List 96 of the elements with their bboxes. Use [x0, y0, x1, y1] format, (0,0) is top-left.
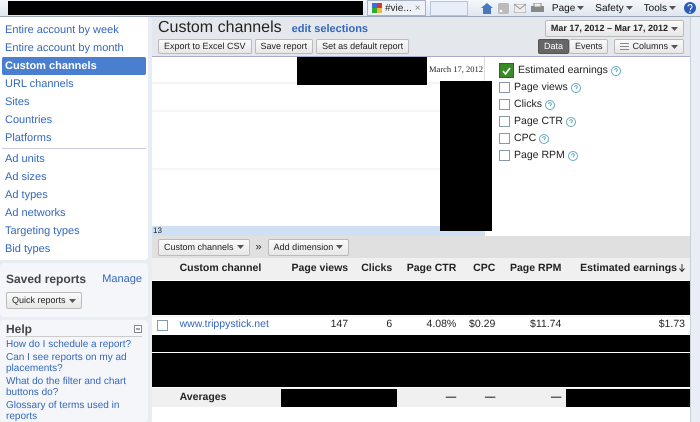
new-tab-button[interactable]: [430, 0, 468, 16]
caret-icon: [336, 245, 344, 249]
sidebar-item[interactable]: Custom channels: [2, 57, 146, 75]
feed-icon[interactable]: [498, 2, 509, 14]
date-range-dropdown[interactable]: Mar 17, 2012 – Mar 17, 2012: [544, 20, 684, 37]
columns-dropdown[interactable]: Columns: [614, 39, 684, 54]
sidebar-item[interactable]: Entire account by month: [2, 39, 146, 57]
report-title: Custom channels: [158, 18, 282, 36]
check-icon: [502, 66, 511, 74]
caret-icon: [669, 6, 676, 10]
mail-icon[interactable]: [514, 4, 526, 12]
action-button[interactable]: Save report: [254, 39, 314, 54]
help-link[interactable]: Can I see reports on my ad placements?: [6, 352, 142, 374]
sidebar-item[interactable]: Sites: [2, 93, 146, 111]
columns-icon: [620, 43, 630, 50]
caret-icon: [68, 298, 76, 302]
sidebar-item[interactable]: Ad units: [2, 150, 146, 168]
home-icon[interactable]: [480, 2, 493, 14]
checkbox[interactable]: [499, 116, 510, 127]
sidebar-item[interactable]: Entire account by week: [2, 21, 146, 39]
table-cell: $11.74: [500, 316, 566, 334]
table-cell: —: [461, 388, 500, 406]
sidebar-item[interactable]: Targeting types: [2, 222, 146, 240]
chart-date-label: March 17, 2012: [429, 63, 484, 76]
help-icon[interactable]: [566, 116, 576, 126]
dimension-dropdown[interactable]: Add dimension: [268, 238, 350, 256]
manage-link[interactable]: Manage: [102, 270, 142, 288]
dimension-dropdown[interactable]: Custom channels: [158, 238, 250, 256]
sidebar-item[interactable]: Bid types: [2, 240, 146, 258]
sidebar-item[interactable]: Ad types: [2, 186, 146, 204]
checkbox[interactable]: [499, 82, 510, 93]
sidebar-item[interactable]: Ad networks: [2, 204, 146, 222]
menu-button[interactable]: Tools: [640, 0, 679, 16]
channel-link[interactable]: www.trippystick.net: [174, 316, 282, 334]
metric-label: Estimated earnings: [518, 62, 608, 78]
metric-label: Page RPM: [514, 148, 565, 163]
help-icon[interactable]: [570, 82, 581, 92]
column-header[interactable]: Page CTR: [397, 258, 462, 280]
column-header[interactable]: Clicks: [353, 258, 398, 280]
table-cell: 6: [353, 316, 398, 334]
checkbox[interactable]: [499, 63, 514, 78]
view-toggle-tab[interactable]: Data: [538, 39, 569, 54]
help-link[interactable]: Glossary of terms used in reports: [6, 400, 142, 422]
caret-icon: [671, 44, 678, 48]
caret-icon: [671, 26, 678, 30]
quick-reports-dropdown[interactable]: Quick reports: [6, 292, 82, 309]
panel-title: Help: [6, 322, 32, 336]
caret-icon: [626, 6, 633, 10]
browser-tab[interactable]: #vie... ×: [367, 0, 426, 16]
view-toggle-tab[interactable]: Events: [568, 39, 608, 54]
help-icon[interactable]: [545, 100, 555, 110]
help-icon[interactable]: [684, 2, 696, 14]
table-cell: 147: [281, 316, 354, 334]
menu-button[interactable]: Page: [548, 0, 588, 16]
column-header[interactable]: Page views: [281, 258, 354, 280]
tab-close-button[interactable]: ×: [414, 0, 421, 16]
column-header[interactable]: CPC: [461, 258, 500, 280]
caret-icon: [236, 245, 244, 249]
edit-selections-link[interactable]: edit selections: [292, 20, 368, 37]
panel-title: Saved reports: [6, 271, 86, 288]
sidebar-item[interactable]: Platforms: [2, 129, 146, 147]
metric-label: Clicks: [514, 96, 542, 112]
checkbox[interactable]: [499, 99, 510, 110]
metric-label: Page views: [514, 80, 568, 95]
table-cell: —: [500, 388, 566, 406]
help-link[interactable]: How do I schedule a report?: [6, 339, 142, 350]
caret-icon: [577, 6, 584, 10]
column-header[interactable]: Estimated earnings: [566, 258, 690, 280]
sidebar-item[interactable]: Ad sizes: [2, 168, 146, 186]
table-cell: $0.29: [461, 316, 500, 334]
sidebar-item[interactable]: URL channels: [2, 75, 146, 93]
column-header[interactable]: Custom channel: [174, 258, 282, 280]
sidebar-item[interactable]: Countries: [2, 111, 146, 129]
averages-label: Averages: [174, 388, 282, 406]
printer-icon[interactable]: [530, 2, 544, 14]
tab-title: #vie...: [385, 2, 412, 16]
help-link[interactable]: What do the filter and chart buttons do?: [6, 376, 142, 398]
checkbox[interactable]: [499, 150, 510, 161]
axis-label: 13: [153, 226, 162, 236]
metric-label: Page CTR: [514, 114, 564, 129]
action-button[interactable]: Set as default report: [316, 39, 410, 54]
help-icon[interactable]: [568, 150, 578, 160]
checkbox[interactable]: [499, 133, 510, 144]
action-button[interactable]: Export to Excel CSV: [158, 39, 252, 54]
menu-button[interactable]: Safety: [592, 0, 636, 16]
help-icon[interactable]: [610, 66, 621, 76]
colorful-squares-icon: [372, 3, 382, 13]
table-cell: —: [397, 388, 462, 406]
column-header[interactable]: Page RPM: [500, 258, 566, 280]
scrollbar[interactable]: [690, 17, 700, 422]
help-icon[interactable]: [539, 134, 550, 144]
collapse-icon[interactable]: [134, 325, 142, 333]
metric-label: CPC: [514, 130, 536, 146]
separator-glyph: »: [256, 240, 262, 255]
checkbox[interactable]: [157, 320, 168, 331]
table-cell: 4.08%: [397, 316, 462, 334]
